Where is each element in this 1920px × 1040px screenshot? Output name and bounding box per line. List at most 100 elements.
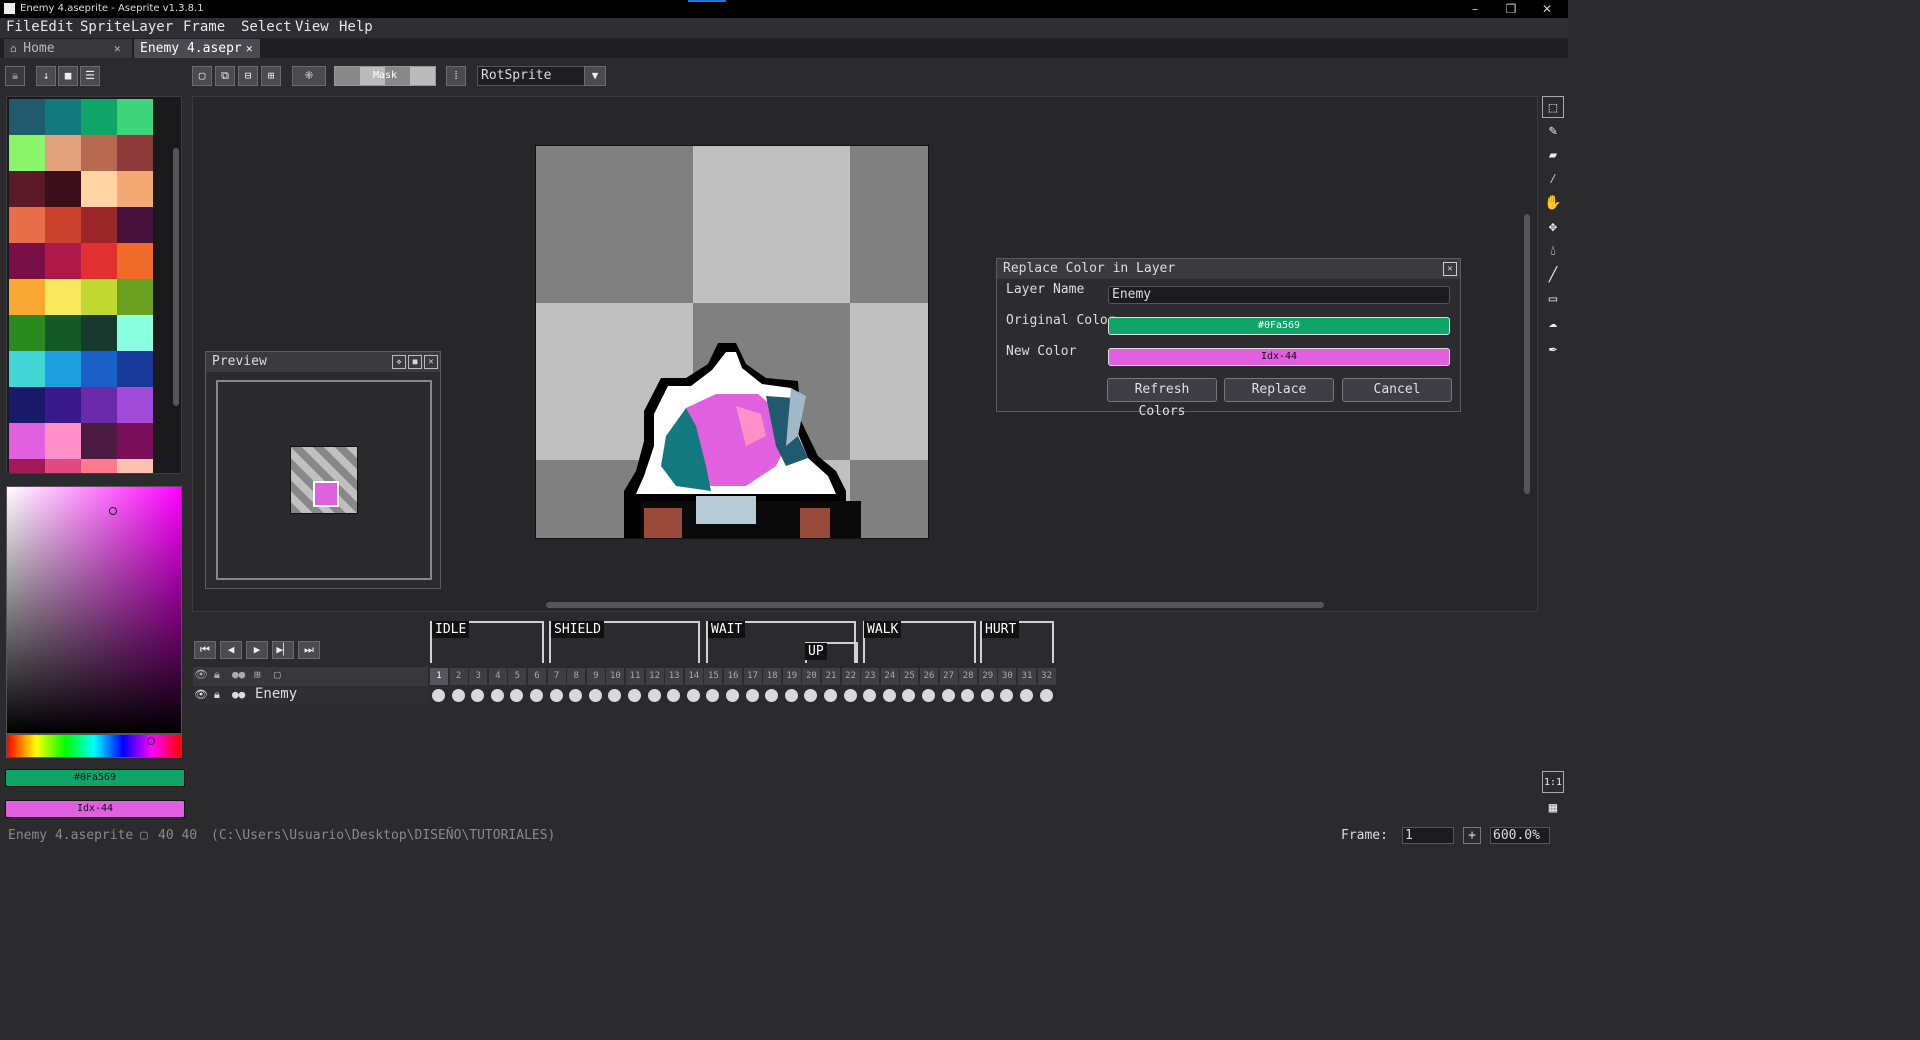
canvas-horizontal-scrollbar[interactable]	[546, 602, 1324, 608]
new-color-button[interactable]: Idx-44	[1108, 348, 1450, 366]
rectangle-tool-icon[interactable]: ▭	[1542, 288, 1564, 310]
hand-tool-icon[interactable]: ✋	[1542, 192, 1564, 214]
palette-swatch[interactable]	[81, 459, 117, 473]
canvas-vertical-scrollbar[interactable]	[1524, 214, 1530, 494]
replace-button[interactable]: Replace	[1224, 378, 1334, 402]
palette-swatch[interactable]	[81, 279, 117, 315]
frame-header[interactable]: 31	[1018, 668, 1036, 685]
move-tool-icon[interactable]: ✥	[1542, 216, 1564, 238]
background-color-button[interactable]: Idx-44	[5, 800, 185, 818]
palette-swatch[interactable]	[9, 423, 45, 459]
zoom-field[interactable]: 600.0%	[1490, 827, 1550, 844]
cel[interactable]	[530, 689, 543, 702]
frame-header[interactable]: 27	[939, 668, 958, 685]
palette-swatch[interactable]	[45, 315, 81, 351]
cel[interactable]	[1020, 689, 1033, 702]
palette-swatch[interactable]	[45, 171, 81, 207]
close-icon[interactable]: ✕	[424, 355, 438, 369]
frame-header[interactable]: 18	[763, 668, 782, 685]
palette-swatch[interactable]	[9, 135, 45, 171]
palette-swatch[interactable]	[81, 243, 117, 279]
paint-bucket-tool-icon[interactable]: 💧︎	[1542, 240, 1564, 262]
palette-options-icon[interactable]: ↓	[36, 66, 56, 86]
lock-palette-icon[interactable]: 🔒︎	[5, 66, 25, 86]
last-frame-button[interactable]: ⏭	[298, 641, 320, 659]
menu-sprite[interactable]: Sprite	[80, 19, 131, 35]
frame-header[interactable]: 32	[1037, 668, 1056, 685]
menu-edit[interactable]: Edit	[40, 19, 74, 35]
cel[interactable]	[549, 689, 563, 702]
cel[interactable]	[1039, 689, 1053, 702]
hue-slider[interactable]	[6, 734, 182, 758]
frame-header[interactable]: 5	[508, 668, 527, 685]
timeline-toggle-icon[interactable]: ▦	[1542, 797, 1564, 819]
palette-swatch[interactable]	[117, 279, 153, 315]
frame-header[interactable]: 9	[586, 668, 605, 685]
rotation-algorithm-select[interactable]: RotSprite	[477, 66, 585, 86]
tag-label[interactable]: SHIELD	[551, 621, 604, 638]
close-tab-icon[interactable]: ✕	[246, 39, 253, 58]
frame-header[interactable]: 22	[841, 668, 860, 685]
tab-home[interactable]: ⌂ Home ✕	[4, 39, 132, 58]
pivot-icon[interactable]: ⁜	[292, 66, 326, 86]
cel[interactable]	[941, 689, 955, 702]
palette-swatch[interactable]	[45, 207, 81, 243]
menu-file[interactable]: File	[6, 19, 40, 35]
previous-frame-button[interactable]: ◀	[220, 641, 242, 659]
frame-header[interactable]: 11	[626, 668, 644, 685]
palette-swatch[interactable]	[117, 387, 153, 423]
eye-icon[interactable]: 👁︎	[194, 688, 208, 701]
frame-header[interactable]: 19	[782, 668, 801, 685]
tag-label[interactable]: WAIT	[708, 621, 746, 638]
frame-header[interactable]: 23	[861, 668, 880, 685]
eyedropper-tool-icon[interactable]: ⁄	[1542, 168, 1564, 190]
frame-header[interactable]: 8	[567, 668, 586, 685]
menu-select[interactable]: Select	[241, 19, 292, 35]
pencil-tool-icon[interactable]: ✎	[1542, 120, 1564, 142]
pixel-grid-icon[interactable]: ⁞	[446, 66, 466, 86]
eraser-tool-icon[interactable]: ▰	[1542, 144, 1564, 166]
cel[interactable]	[922, 689, 935, 702]
menu-frame[interactable]: Frame	[183, 19, 225, 35]
lock-icon[interactable]: 🔒︎	[214, 688, 220, 702]
transparent-color-mask-button[interactable]: Mask	[334, 66, 436, 86]
close-tab-icon[interactable]: ✕	[114, 39, 121, 58]
palette-swatch[interactable]	[9, 315, 45, 351]
palette-swatch[interactable]	[9, 207, 45, 243]
cel[interactable]	[686, 689, 700, 702]
cel[interactable]	[588, 689, 602, 702]
palette-swatch[interactable]	[9, 171, 45, 207]
visibility-header-icon[interactable]: 👁︎	[194, 668, 208, 681]
palette-menu-icon[interactable]: ☰	[80, 66, 100, 86]
palette-swatch[interactable]	[9, 243, 45, 279]
cel[interactable]	[628, 689, 641, 702]
layer-name[interactable]: Enemy	[255, 686, 297, 702]
preview-window[interactable]: Preview ✥ ■ ✕	[205, 351, 441, 589]
palette-swatch[interactable]	[45, 423, 81, 459]
frame-header[interactable]: 24	[880, 668, 899, 685]
onion-skin-icon[interactable]: ▢	[274, 668, 281, 681]
tag-label[interactable]: HURT	[982, 621, 1020, 638]
preview-mode-icon[interactable]: ■	[408, 355, 422, 369]
palette-swatch[interactable]	[9, 387, 45, 423]
marquee-tool-icon[interactable]: ⬚	[1542, 96, 1564, 118]
selection-add-icon[interactable]: ⧉	[215, 66, 235, 86]
palette-swatch[interactable]	[117, 207, 153, 243]
tag-label[interactable]: UP	[805, 643, 827, 660]
frame-header[interactable]: 3	[469, 668, 488, 685]
cel[interactable]	[451, 689, 465, 702]
palette-swatch[interactable]	[117, 459, 153, 473]
first-frame-button[interactable]: ⏮	[194, 641, 216, 659]
blur-tool-icon[interactable]: ☁	[1542, 312, 1564, 334]
next-frame-button[interactable]: ▶▏	[272, 641, 294, 659]
cel[interactable]	[824, 689, 837, 702]
saturation-value-picker[interactable]	[6, 486, 182, 734]
zoom-fit-icon[interactable]: 1:1	[1542, 771, 1564, 793]
cel[interactable]	[745, 689, 759, 702]
frame-header[interactable]: 10	[606, 668, 625, 685]
maximize-button[interactable]: ❐	[1496, 1, 1526, 17]
cel[interactable]	[490, 689, 504, 702]
palette-swatch[interactable]	[81, 315, 117, 351]
menu-help[interactable]: Help	[339, 19, 373, 35]
tag-label[interactable]: WALK	[864, 621, 902, 638]
